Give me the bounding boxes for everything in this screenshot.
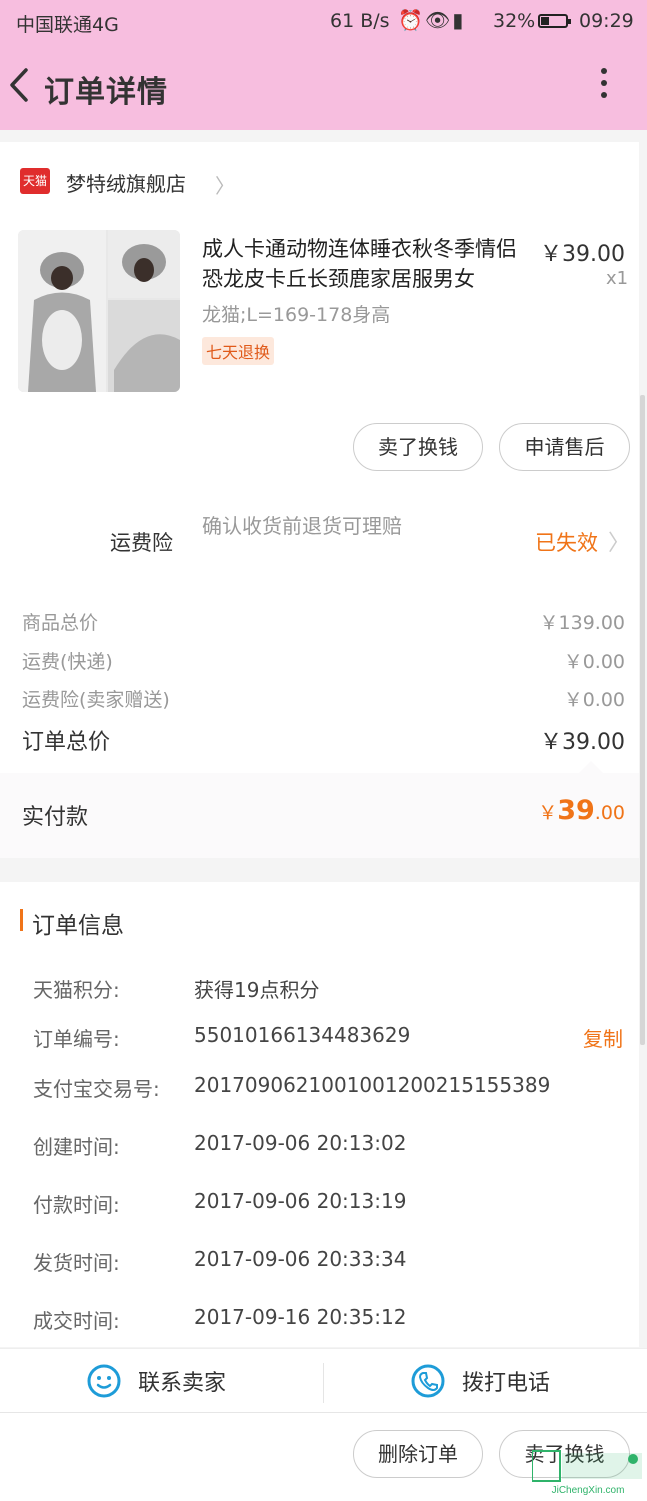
order-info-card: 订单信息 天猫积分: 获得19点积分 订单编号: 550101661344836… (0, 882, 639, 1347)
insurance-status: 已失效 (535, 531, 598, 555)
fee-value: ￥0.00 (563, 689, 625, 711)
network-speed: 61 B/s (330, 10, 390, 32)
product-image[interactable] (18, 230, 180, 392)
paid-row: 实付款 ￥39.00 (0, 761, 639, 858)
info-value: 2017-09-06 20:33:34 (194, 1247, 407, 1271)
order-total-value: ￥39.00 (540, 730, 625, 755)
fee-value: ￥0.00 (563, 651, 625, 673)
more-button[interactable] (592, 68, 616, 104)
copy-button[interactable]: 复制 (583, 1023, 623, 1052)
fee-label: 运费险(卖家赠送) (22, 689, 170, 711)
paid-amount: ￥39.00 (538, 795, 625, 826)
product-title[interactable]: 成人卡通动物连体睡衣秋冬季情侣恐龙皮卡丘长颈鹿家居服男女 (202, 234, 532, 294)
info-value: 55010166134483629 (194, 1023, 411, 1047)
more-vertical-icon (592, 68, 616, 98)
return-policy-badge: 七天退换 (202, 337, 275, 365)
fee-row-insurance: 运费险(卖家赠送) ￥0.00 (22, 685, 625, 712)
order-info-title: 订单信息 (32, 913, 124, 939)
chat-face-icon (87, 1364, 121, 1398)
chevron-right-icon: 〉 (215, 174, 235, 198)
shop-name: 梦特绒旗舰店 (66, 172, 186, 196)
delete-order-button[interactable]: 删除订单 (353, 1430, 483, 1478)
order-total-row: 订单总价 ￥39.00 (22, 724, 625, 756)
phone-icon (411, 1364, 445, 1398)
contact-seller-label: 联系卖家 (138, 1371, 227, 1396)
paid-label: 实付款 (22, 805, 89, 830)
info-key: 成交时间: (33, 1309, 120, 1333)
info-key: 创建时间: (33, 1135, 120, 1159)
info-value: 2017090621001001200215155389 (194, 1073, 551, 1097)
info-key: 支付宝交易号: (33, 1077, 160, 1101)
info-value: 2017-09-06 20:13:02 (194, 1131, 407, 1155)
battery-percent: 32% (493, 10, 536, 32)
call-phone-label: 拨打电话 (462, 1371, 551, 1396)
info-key: 付款时间: (33, 1193, 120, 1217)
info-key: 订单编号: (33, 1027, 120, 1051)
scrollbar[interactable] (640, 395, 645, 1045)
info-key: 天猫积分: (33, 978, 120, 1002)
fee-row-goods: 商品总价 ￥139.00 (22, 608, 625, 635)
clock: 09:29 (579, 10, 634, 32)
status-icons: ⏰👁▮ (398, 8, 465, 32)
watermark-logo: JiChengXin.com (531, 1445, 644, 1497)
page-title: 订单详情 (44, 75, 168, 110)
fee-row-shipping: 运费(快递) ￥0.00 (22, 647, 625, 674)
svg-text:JiChengXin.com: JiChengXin.com (552, 1485, 625, 1496)
after-sale-button[interactable]: 申请售后 (499, 423, 630, 471)
order-card: 天猫 梦特绒旗舰店 〉 成人卡通动物连体睡衣秋冬季情侣恐龙皮卡丘长颈鹿家居服男女… (0, 142, 639, 858)
product-photo-icon (18, 230, 180, 392)
product-quantity: x1 (606, 268, 629, 289)
sell-button[interactable]: 卖了换钱 (353, 423, 483, 471)
info-value: 2017-09-16 20:35:12 (194, 1305, 407, 1329)
alarm-icon: ⏰ (398, 8, 425, 32)
chevron-right-icon: 〉 (608, 531, 631, 556)
signal-icon: ▮ (452, 8, 466, 32)
fee-label: 运费(快递) (22, 651, 113, 673)
chevron-left-icon (10, 68, 28, 102)
info-value: 2017-09-06 20:13:19 (194, 1189, 407, 1213)
product-spec: 龙猫;L=169-178身高 (202, 304, 391, 326)
back-button[interactable] (6, 62, 36, 108)
info-key: 发货时间: (33, 1251, 120, 1275)
eye-icon: 👁 (424, 8, 453, 32)
nav-bar: 订单详情 (0, 44, 647, 130)
fee-label: 商品总价 (22, 612, 99, 634)
status-bar: 中国联通4G 61 B/s ⏰👁▮ 32% 09:29 (0, 0, 647, 44)
contact-bar: 联系卖家 拨打电话 (0, 1348, 647, 1413)
carrier-label: 中国联通4G (16, 14, 119, 36)
battery-icon (538, 14, 571, 28)
info-value: 获得19点积分 (194, 978, 320, 1002)
tmall-badge: 天猫 (20, 168, 50, 194)
insurance-description: 确认收货前退货可理赔 (202, 514, 402, 538)
order-total-label: 订单总价 (22, 730, 111, 755)
product-price: ￥39.00 (540, 242, 625, 267)
insurance-label: 运费险 (110, 531, 173, 555)
fee-value: ￥139.00 (539, 612, 625, 634)
